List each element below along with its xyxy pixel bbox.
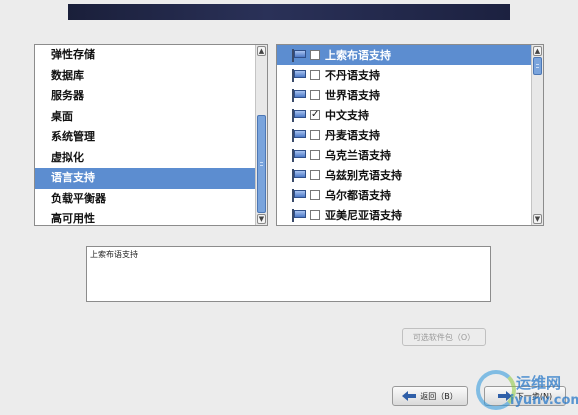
group-item[interactable]: ✓ 中文支持 [277, 105, 531, 125]
category-item[interactable]: 服务器 [35, 86, 255, 107]
group-description: 上索布语支持 [86, 246, 491, 302]
group-label: 中文支持 [325, 109, 369, 122]
flag-icon [291, 108, 307, 122]
banner-bar [68, 4, 510, 20]
group-checkbox[interactable] [310, 70, 320, 80]
group-checkbox[interactable] [310, 130, 320, 140]
group-checkbox-checked[interactable]: ✓ [310, 110, 320, 120]
group-checkbox[interactable] [310, 170, 320, 180]
category-item[interactable]: 系统管理 [35, 127, 255, 148]
group-item-selected[interactable]: 上索布语支持 [277, 45, 531, 65]
group-list: 上索布语支持 不丹语支持 世界语支持 ✓ 中文支持 丹麦语支持 乌克兰语支持 乌… [277, 45, 531, 225]
group-scrollbar[interactable]: ▲ ▼ [531, 45, 543, 225]
category-item[interactable]: 虚拟化 [35, 148, 255, 169]
arrow-left-icon [402, 391, 417, 401]
flag-icon [291, 208, 307, 222]
scroll-down-icon[interactable]: ▼ [257, 214, 266, 224]
group-checkbox[interactable] [310, 190, 320, 200]
flag-icon [291, 168, 307, 182]
flag-icon [291, 88, 307, 102]
category-list-panel: 弹性存储 数据库 服务器 桌面 系统管理 虚拟化 语言支持 负载平衡器 高可用性… [34, 44, 268, 226]
group-item[interactable]: 乌克兰语支持 [277, 145, 531, 165]
group-label: 乌克兰语支持 [325, 149, 391, 162]
group-label: 乌尔都语支持 [325, 189, 391, 202]
arrow-right-icon [497, 391, 512, 401]
group-item[interactable]: 乌兹别克语支持 [277, 165, 531, 185]
group-item[interactable]: 世界语支持 [277, 85, 531, 105]
group-item[interactable]: 乌尔都语支持 [277, 185, 531, 205]
next-button[interactable]: 下一步(N) [484, 386, 566, 406]
scroll-thumb[interactable] [257, 115, 266, 213]
group-checkbox[interactable] [310, 50, 320, 60]
category-item[interactable]: 弹性存储 [35, 45, 255, 66]
category-scrollbar[interactable]: ▲ ▼ [255, 45, 267, 225]
category-item[interactable]: 数据库 [35, 66, 255, 87]
group-item[interactable]: 亚美尼亚语支持 [277, 205, 531, 225]
flag-icon [291, 128, 307, 142]
category-item[interactable]: 高可用性 [35, 209, 255, 225]
group-item[interactable]: 丹麦语支持 [277, 125, 531, 145]
scroll-down-icon[interactable]: ▼ [533, 214, 542, 224]
group-list-panel: 上索布语支持 不丹语支持 世界语支持 ✓ 中文支持 丹麦语支持 乌克兰语支持 乌… [276, 44, 544, 226]
scroll-up-icon[interactable]: ▲ [257, 46, 266, 56]
flag-icon [291, 188, 307, 202]
group-checkbox[interactable] [310, 150, 320, 160]
next-label: 下一步(N) [515, 391, 553, 401]
back-button[interactable]: 返回（B） [392, 386, 468, 406]
scroll-up-icon[interactable]: ▲ [533, 46, 542, 56]
group-label: 世界语支持 [325, 89, 380, 102]
scroll-thumb[interactable] [533, 57, 542, 75]
flag-icon [291, 48, 307, 62]
optional-packages-label: 可选软件包（O） [412, 332, 476, 342]
group-label: 亚美尼亚语支持 [325, 209, 402, 222]
group-checkbox[interactable] [310, 210, 320, 220]
category-item[interactable]: 桌面 [35, 107, 255, 128]
category-item-selected[interactable]: 语言支持 [35, 168, 255, 189]
group-label: 上索布语支持 [325, 49, 391, 62]
category-item[interactable]: 负载平衡器 [35, 189, 255, 210]
optional-packages-button[interactable]: 可选软件包（O） [402, 328, 486, 346]
category-list: 弹性存储 数据库 服务器 桌面 系统管理 虚拟化 语言支持 负载平衡器 高可用性 [35, 45, 255, 225]
group-label: 不丹语支持 [325, 69, 380, 82]
group-label: 丹麦语支持 [325, 129, 380, 142]
group-checkbox[interactable] [310, 90, 320, 100]
flag-icon [291, 148, 307, 162]
group-label: 乌兹别克语支持 [325, 169, 402, 182]
group-item[interactable]: 不丹语支持 [277, 65, 531, 85]
flag-icon [291, 68, 307, 82]
back-label: 返回（B） [420, 391, 458, 401]
